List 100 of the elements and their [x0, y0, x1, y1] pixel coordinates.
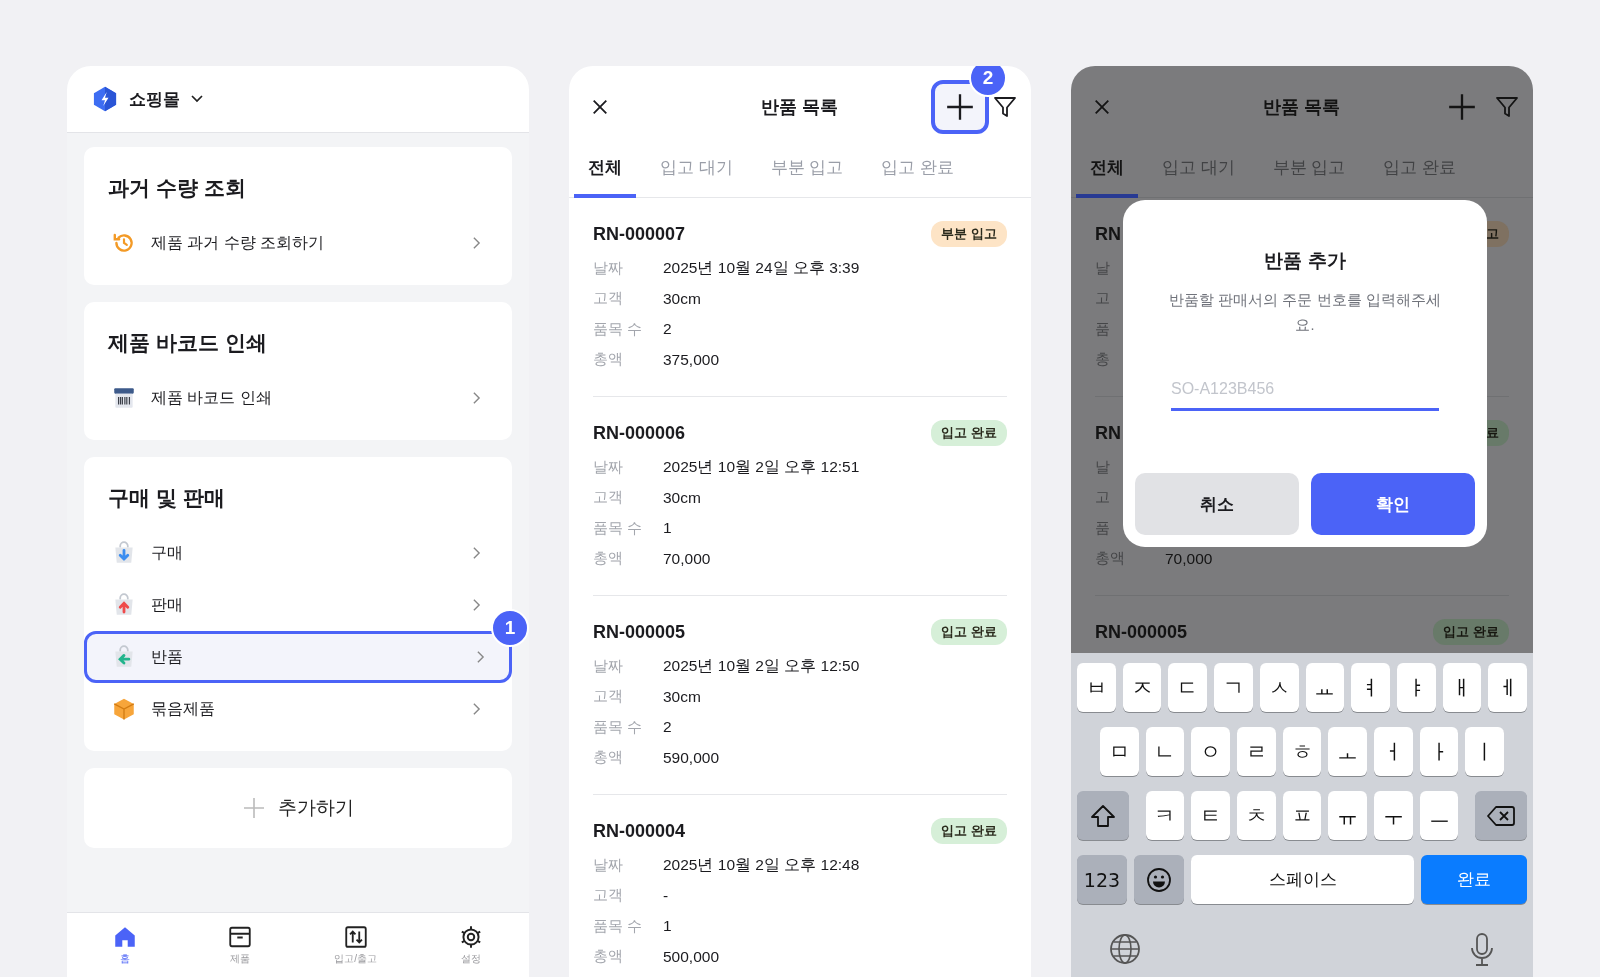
- cancel-button[interactable]: 취소: [1135, 473, 1299, 535]
- plus-icon: [1448, 93, 1476, 121]
- add-button[interactable]: 추가하기: [84, 768, 512, 848]
- space-key[interactable]: 스페이스: [1191, 855, 1414, 904]
- globe-icon[interactable]: [1109, 933, 1141, 965]
- field-label: 총액: [593, 947, 624, 967]
- keyboard-key[interactable]: ㅏ: [1419, 727, 1459, 776]
- chevron-right-icon: [472, 546, 481, 560]
- keyboard-key[interactable]: ㅛ: [1305, 663, 1345, 712]
- chevron-right-icon: [472, 391, 481, 405]
- return-number: RN-000007: [593, 223, 686, 245]
- keyboard-key[interactable]: ㅕ: [1351, 663, 1390, 712]
- menu-item[interactable]: 제품 바코드 인쇄: [84, 372, 484, 424]
- field-value: -: [663, 886, 669, 905]
- return-number: RN: [1095, 223, 1121, 245]
- add-label: 추가하기: [278, 796, 354, 820]
- keyboard-key[interactable]: ㄹ: [1236, 727, 1276, 776]
- order-number-field[interactable]: SO-A123B456: [1171, 370, 1439, 411]
- field-value: 2025년 10월 2일 오후 12:51: [663, 456, 860, 477]
- field-value: 375,000: [663, 350, 720, 369]
- nav-tab[interactable]: 홈: [89, 924, 160, 966]
- emoji-key[interactable]: [1134, 855, 1184, 904]
- status-badge: 입고 완료: [931, 619, 1007, 645]
- menu-item[interactable]: 구매: [84, 527, 484, 579]
- keyboard-key[interactable]: ㅗ: [1328, 727, 1368, 776]
- store-name[interactable]: 쇼핑몰: [129, 87, 180, 111]
- keyboard-key[interactable]: ㅈ: [1122, 663, 1162, 712]
- keyboard-key[interactable]: ㅌ: [1191, 791, 1230, 840]
- field-value: 590,000: [663, 748, 720, 767]
- done-key[interactable]: 완료: [1421, 855, 1527, 904]
- keyboard-key[interactable]: ㅇ: [1191, 727, 1230, 776]
- field-label: 총액: [593, 350, 624, 370]
- field-value: 1: [663, 917, 672, 936]
- field-label: 날짜: [593, 258, 624, 278]
- field-label: 고객: [593, 289, 624, 309]
- smiley-icon: [1146, 866, 1172, 893]
- keyboard-key[interactable]: ㅡ: [1419, 791, 1459, 840]
- field-value: 2025년 10월 2일 오후 12:50: [663, 655, 860, 676]
- field-label: 고객: [593, 488, 624, 508]
- step-badge: 1: [491, 609, 529, 647]
- keyboard-key[interactable]: ㅊ: [1236, 791, 1276, 840]
- field-label: 품목 수: [593, 916, 644, 936]
- keyboard-key[interactable]: ㅑ: [1396, 663, 1436, 712]
- field-label: 총액: [593, 549, 624, 569]
- plus-icon: [946, 93, 974, 121]
- box-icon: [111, 696, 137, 722]
- menu-item[interactable]: 제품 과거 수량 조회하기: [84, 217, 484, 269]
- keyboard-key[interactable]: ㄷ: [1168, 663, 1208, 712]
- chevron-right-icon: [472, 236, 481, 250]
- tab[interactable]: 전체: [574, 150, 636, 198]
- dialog-title: 반품 추가: [1264, 249, 1346, 273]
- field-value: 2: [663, 718, 672, 737]
- chevron-right-icon: [476, 650, 485, 664]
- status-badge: 입고 완료: [931, 818, 1007, 844]
- keyboard-key[interactable]: ㅠ: [1328, 791, 1368, 840]
- field-label: 품목 수: [593, 518, 644, 538]
- field-value: 2025년 10월 24일 오후 3:39: [663, 257, 860, 278]
- tab[interactable]: 전체: [1076, 150, 1138, 198]
- field-value: 500,000: [663, 947, 720, 966]
- field-value: 30cm: [663, 687, 701, 706]
- microphone-icon[interactable]: [1469, 933, 1495, 967]
- shift-key[interactable]: [1077, 791, 1129, 840]
- field-value: 2: [663, 320, 672, 339]
- keyboard-key[interactable]: ㅓ: [1374, 727, 1413, 776]
- keyboard-key[interactable]: ㅐ: [1442, 663, 1482, 712]
- chevron-down-icon[interactable]: [190, 94, 204, 104]
- filter-icon[interactable]: [993, 95, 1017, 119]
- chevron-right-icon: [472, 702, 481, 716]
- section-title: 과거 수량 조회: [107, 175, 247, 201]
- field-value: 70,000: [1165, 549, 1213, 568]
- keyboard-key[interactable]: ㄴ: [1145, 727, 1185, 776]
- confirm-button[interactable]: 확인: [1311, 473, 1475, 535]
- keyboard-key[interactable]: ㅍ: [1282, 791, 1322, 840]
- field-label: 품목 수: [593, 319, 644, 339]
- numbers-key[interactable]: 123: [1077, 855, 1127, 904]
- keyboard-key[interactable]: ㅋ: [1145, 791, 1185, 840]
- field-value: 30cm: [663, 289, 701, 308]
- box-icon: [227, 924, 254, 950]
- field-label: 고객: [593, 886, 624, 906]
- field-label: 날짜: [593, 855, 624, 875]
- menu-item[interactable]: 판매: [84, 579, 484, 631]
- keyboard-key[interactable]: ㅔ: [1488, 663, 1527, 712]
- keyboard-key[interactable]: ㄱ: [1214, 663, 1253, 712]
- field-label: 품목 수: [593, 717, 644, 737]
- field-value: 2025년 10월 2일 오후 12:48: [663, 854, 860, 875]
- plus-icon: [242, 796, 266, 820]
- backspace-key[interactable]: [1475, 791, 1527, 840]
- keyboard-key[interactable]: ㅜ: [1374, 791, 1413, 840]
- field-label: 총액: [593, 748, 624, 768]
- field-value: 1: [663, 519, 672, 538]
- keyboard-key[interactable]: ㅅ: [1259, 663, 1299, 712]
- menu-item[interactable]: 묶음제품: [84, 683, 484, 735]
- keyboard-key[interactable]: ㅂ: [1077, 663, 1116, 712]
- keyboard-key[interactable]: ㅣ: [1465, 727, 1505, 776]
- step-number-tooltip: 2: [969, 66, 1007, 97]
- keyboard-key[interactable]: ㅁ: [1099, 727, 1139, 776]
- keyboard-key[interactable]: ㅎ: [1282, 727, 1322, 776]
- screen-title: 반품 목록: [1263, 96, 1341, 119]
- close-icon[interactable]: [591, 98, 609, 116]
- dialog-message: 반품할 판매서의 주문 번호를 입력해주세요.: [1169, 291, 1441, 335]
